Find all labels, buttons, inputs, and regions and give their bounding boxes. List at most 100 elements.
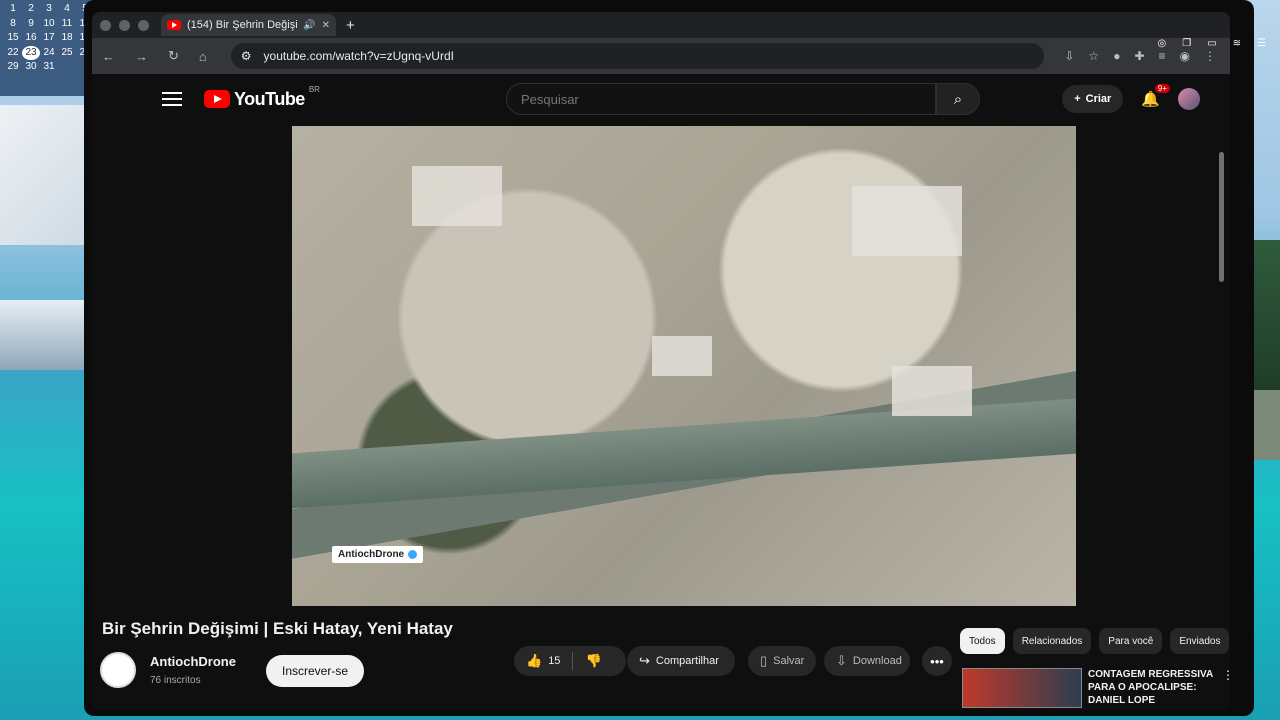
os-status-tray: ◎ ❐ ▭ ≋ ☰ (1157, 38, 1266, 49)
maximize-window-button[interactable] (138, 19, 149, 31)
extension-icon[interactable]: ● (1113, 49, 1120, 63)
logo-text: YouTube (234, 88, 305, 109)
browser-window: (154) Bir Şehrin Değişimi 🔊 ✕ + ← → ↻ ⌂ … (92, 12, 1230, 710)
reload-icon[interactable]: ↻ (168, 48, 179, 64)
reading-list-icon[interactable]: ≡ (1159, 49, 1166, 63)
new-tab-button[interactable]: + (346, 17, 355, 34)
profile-icon[interactable]: ◉ (1180, 49, 1190, 63)
video-player[interactable]: AntiochDrone (292, 126, 1076, 606)
page-scrollbar[interactable] (1219, 152, 1224, 282)
back-icon[interactable]: ← (102, 49, 115, 64)
calendar-day[interactable]: 10 (40, 17, 58, 32)
calendar-day[interactable]: 11 (58, 17, 76, 32)
region-code: BR (308, 84, 320, 94)
chip-related[interactable]: Relacionados (1012, 628, 1092, 654)
chip-uploaded[interactable]: Enviados (1170, 628, 1230, 654)
dislike-icon[interactable]: 👎 (585, 653, 601, 669)
chip-for-you[interactable]: Para você (1099, 628, 1163, 654)
tab-title: (154) Bir Şehrin Değişimi (187, 19, 298, 31)
close-window-button[interactable] (100, 19, 111, 31)
video-frame-building (892, 366, 972, 416)
share-icon: ↪ (639, 653, 650, 668)
recommended-video-thumbnail[interactable] (962, 668, 1082, 708)
share-button[interactable]: ↪ Compartilhar (627, 646, 735, 676)
tray-windows-icon[interactable]: ❐ (1182, 38, 1191, 49)
notifications-bell-icon[interactable]: 🔔 9+ (1141, 84, 1170, 108)
calendar-day[interactable]: 30 (22, 60, 40, 75)
calendar-day[interactable]: 16 (22, 31, 40, 46)
download-label: Download (852, 655, 902, 667)
chip-all[interactable]: Todos (960, 628, 1005, 654)
watermark-text: AntiochDrone (338, 549, 405, 560)
calendar-day[interactable]: 8 (4, 17, 22, 32)
subscriber-count: 76 inscritos (150, 675, 201, 686)
home-icon[interactable]: ⌂ (199, 49, 207, 64)
recommended-video-title[interactable]: CONTAGEM REGRESSIVA PARA O APOCALIPSE: D… (1088, 668, 1218, 707)
calendar-day[interactable]: 18 (58, 31, 76, 46)
youtube-favicon-icon (167, 20, 181, 30)
speaker-icon[interactable]: 🔊 (303, 20, 315, 31)
hamburger-menu-icon[interactable] (162, 92, 182, 106)
calendar-day[interactable]: 23 (22, 45, 40, 60)
save-button[interactable]: ▯ Salvar (748, 646, 816, 676)
youtube-header: YouTube BR ⌕ + Criar 🔔9+ (92, 74, 1230, 124)
channel-avatar[interactable] (100, 652, 136, 688)
browser-menu-icon[interactable]: ⋮ (1204, 49, 1216, 63)
channel-watermark[interactable]: AntiochDrone (332, 546, 424, 563)
calendar-day[interactable]: 31 (40, 60, 58, 75)
calendar-day[interactable]: 22 (4, 46, 22, 61)
toolbar-icons: ⇩ ☆ ● ✚ ≡ ◉ ⋮ (1064, 49, 1230, 63)
close-tab-icon[interactable]: ✕ (322, 20, 330, 31)
calendar-day[interactable]: 9 (22, 17, 40, 32)
search-button[interactable]: ⌕ (935, 83, 980, 115)
search-bar: ⌕ (505, 83, 980, 115)
download-icon: ⇩ (836, 653, 847, 668)
create-button[interactable]: + Criar (1062, 85, 1124, 113)
calendar-day[interactable]: 29 (4, 60, 22, 75)
share-label: Compartilhar (655, 655, 719, 667)
header-actions: + Criar 🔔 9+ (1062, 84, 1230, 113)
extensions-puzzle-icon[interactable]: ✚ (1134, 49, 1144, 63)
minimize-window-button[interactable] (119, 19, 130, 31)
calendar-day[interactable]: 24 (40, 46, 58, 61)
calendar-day[interactable]: 2 (22, 2, 40, 17)
search-input[interactable] (505, 83, 936, 115)
notification-badge: 9+ (1154, 84, 1170, 93)
download-button[interactable]: ⇩ Download (824, 646, 910, 676)
calendar-day[interactable]: 15 (4, 31, 22, 46)
channel-name[interactable]: AntiochDrone (150, 654, 236, 669)
control-center-icon[interactable]: ☰ (1257, 38, 1266, 49)
more-actions-icon[interactable]: ••• (922, 646, 952, 676)
filter-chips: Todos Relacionados Para você Enviados › (960, 628, 1230, 654)
forward-icon[interactable]: → (135, 49, 148, 64)
calendar-day[interactable]: 4 (58, 2, 76, 17)
video-title: Bir Şehrin Değişimi | Eski Hatay, Yeni H… (102, 619, 453, 638)
youtube-play-icon (204, 90, 230, 108)
verified-icon (408, 550, 418, 559)
address-bar[interactable]: ⚙ youtube.com/watch?v=zUgnq-vUrdI (230, 43, 1045, 69)
navigation-bar: ← → ↻ ⌂ ⚙ youtube.com/watch?v=zUgnq-vUrd… (92, 38, 1230, 74)
calendar-day[interactable]: 25 (58, 46, 76, 61)
calendar-day (58, 60, 76, 75)
calendar-day[interactable]: 17 (40, 31, 58, 46)
install-app-icon[interactable]: ⇩ (1064, 49, 1074, 63)
like-count: 15 (548, 655, 561, 667)
site-info-icon[interactable]: ⚙ (241, 49, 252, 63)
tray-display-icon[interactable]: ▭ (1207, 38, 1216, 49)
youtube-logo[interactable]: YouTube BR (204, 85, 320, 110)
subscribe-button[interactable]: Inscrever-se (266, 655, 364, 687)
tab-bar: (154) Bir Şehrin Değişimi 🔊 ✕ + (92, 12, 1230, 38)
account-avatar[interactable] (1178, 88, 1200, 110)
wifi-icon[interactable]: ≋ (1233, 38, 1241, 49)
url-text: youtube.com/watch?v=zUgnq-vUrdI (263, 49, 454, 63)
like-icon[interactable]: 👍 (526, 653, 542, 669)
calendar-day[interactable]: 1 (4, 2, 22, 17)
calendar-day[interactable]: 3 (40, 2, 58, 17)
bookmark-star-icon[interactable]: ☆ (1088, 49, 1099, 63)
search-icon: ⌕ (953, 90, 963, 108)
recommendation-menu-icon[interactable]: ⋮ (1222, 668, 1230, 682)
plus-icon: + (1074, 93, 1081, 105)
browser-tab[interactable]: (154) Bir Şehrin Değişimi 🔊 ✕ (161, 14, 336, 36)
tray-app-icon[interactable]: ◎ (1157, 38, 1166, 49)
bookmark-icon: ▯ (760, 653, 768, 668)
